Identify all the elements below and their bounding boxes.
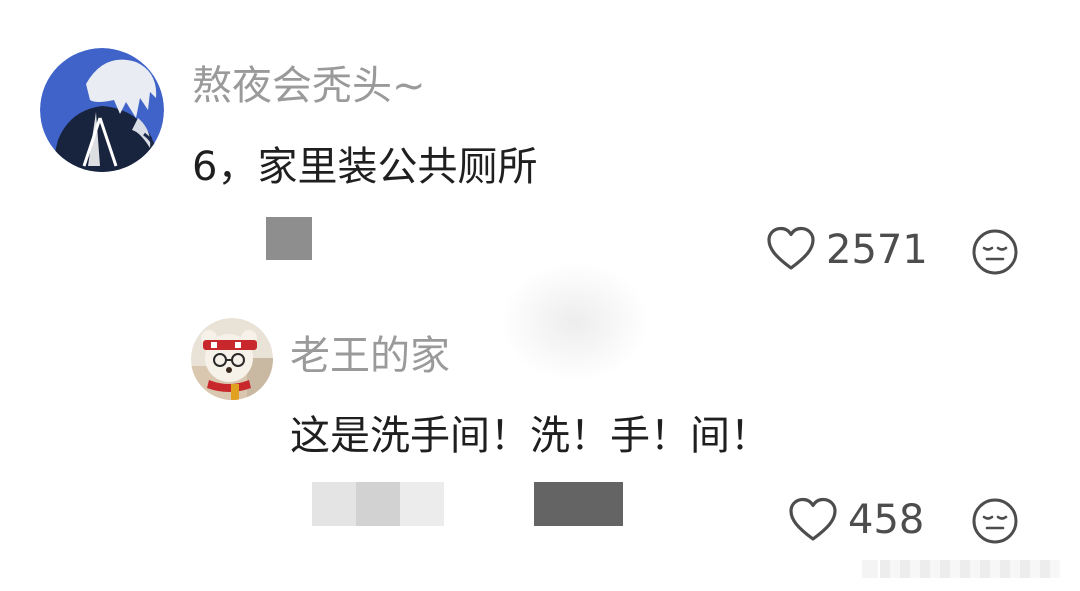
comment-text: 这是洗手间！洗！手！间！ (290, 413, 770, 459)
neutral-face-icon[interactable] (971, 497, 1019, 545)
comment-text: 6，家里装公共厕所 (192, 144, 538, 190)
neutral-face-icon[interactable] (971, 228, 1019, 276)
username[interactable]: 熬夜会秃头~ (192, 66, 426, 106)
avatar[interactable] (40, 48, 164, 172)
like-count: 2571 (826, 227, 928, 273)
background-smudge (500, 262, 650, 382)
like-count: 458 (848, 497, 925, 543)
redacted-block (266, 217, 312, 260)
heart-outline-icon[interactable] (766, 226, 816, 272)
avatar[interactable] (191, 318, 273, 400)
heart-outline-icon[interactable] (788, 497, 838, 543)
username[interactable]: 老王的家 (290, 336, 450, 376)
redacted-block (534, 482, 623, 526)
